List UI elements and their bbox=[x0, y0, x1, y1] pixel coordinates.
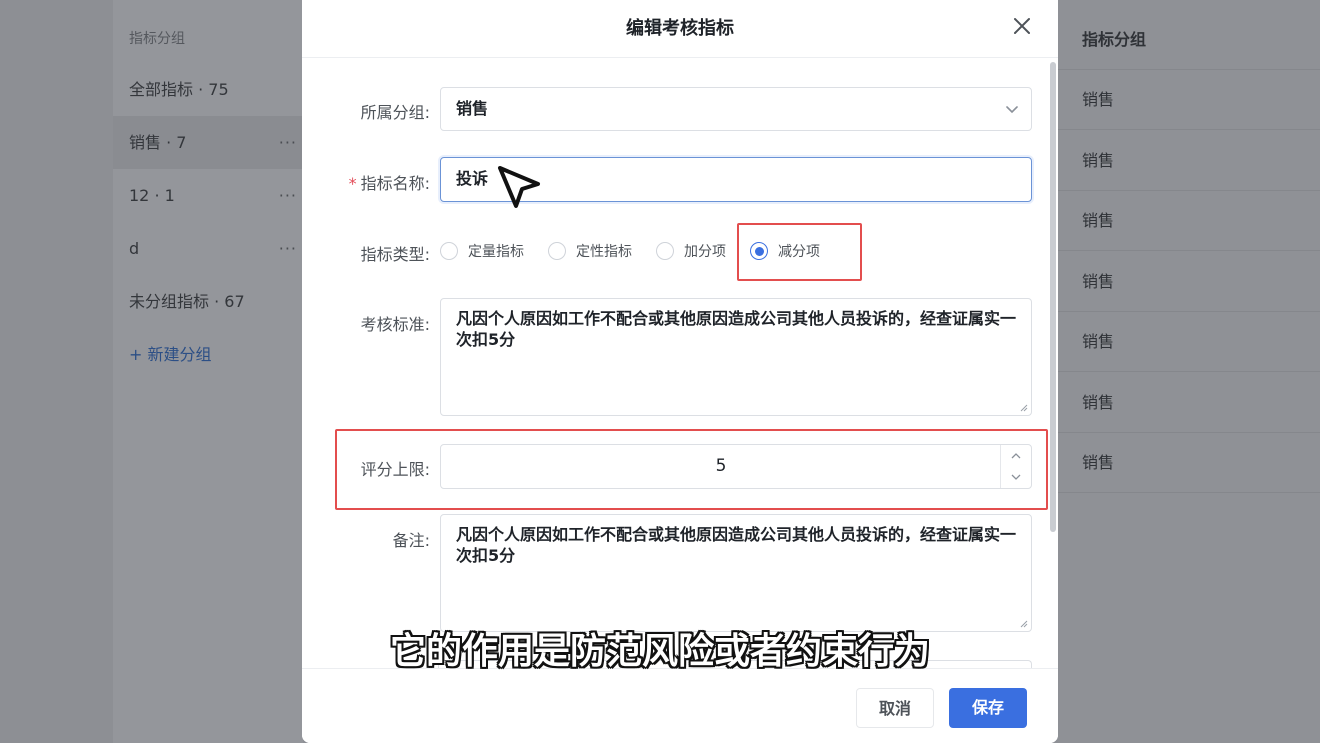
dialog-scrollbar[interactable] bbox=[1050, 62, 1056, 532]
table-row: 销售 bbox=[1058, 312, 1320, 372]
sidebar-item-label: 未分组指标 · 67 bbox=[129, 292, 245, 311]
table-row: 销售 bbox=[1058, 373, 1320, 433]
sidebar-item-label: 销售 · 7 bbox=[129, 133, 187, 152]
name-label-text: 指标名称: bbox=[360, 174, 430, 193]
video-subtitle: 它的作用是防范风险或者约束行为 bbox=[389, 631, 930, 672]
group-select[interactable]: 销售 bbox=[440, 87, 1032, 131]
add-group-button[interactable]: + 新建分组 bbox=[113, 328, 303, 381]
radio-label: 定量指标 bbox=[468, 244, 524, 260]
radio-circle bbox=[750, 242, 768, 260]
more-icon[interactable]: ··· bbox=[279, 222, 297, 275]
group-label: 所属分组: bbox=[360, 103, 430, 122]
cancel-button[interactable]: 取消 bbox=[856, 688, 934, 728]
save-button[interactable]: 保存 bbox=[949, 688, 1027, 728]
sidebar-item-label: 全部指标 · 75 bbox=[129, 80, 229, 99]
close-icon bbox=[1014, 18, 1030, 34]
increment-button[interactable] bbox=[1001, 445, 1031, 466]
resize-handle-icon[interactable] bbox=[1019, 403, 1028, 412]
limit-label: 评分上限: bbox=[360, 460, 430, 479]
table-row: 销售 bbox=[1058, 70, 1320, 130]
table-header: 指标分组 bbox=[1058, 10, 1320, 70]
radio-circle bbox=[656, 242, 674, 260]
remark-textarea[interactable]: 凡因个人原因如工作不配合或其他原因造成公司其他人员投诉的，经查证属实一次扣5分 bbox=[440, 514, 1032, 632]
radio-label: 减分项 bbox=[778, 244, 820, 260]
sidebar-title: 指标分组 bbox=[129, 31, 185, 47]
table-row: 销售 bbox=[1058, 131, 1320, 191]
sidebar-item-sales[interactable]: 销售 · 7 ··· bbox=[113, 116, 303, 169]
group-select-value: 销售 bbox=[456, 99, 489, 118]
name-label: * 指标名称: bbox=[302, 170, 430, 194]
dialog-title: 编辑考核指标 bbox=[626, 18, 734, 39]
sidebar-item-label: 12 · 1 bbox=[129, 186, 175, 205]
score-limit-stepper bbox=[1000, 445, 1031, 488]
sidebar-item-12[interactable]: 12 · 1 ··· bbox=[113, 169, 303, 222]
required-mark: * bbox=[348, 174, 357, 193]
remark-value: 凡因个人原因如工作不配合或其他原因造成公司其他人员投诉的，经查证属实一次扣5分 bbox=[456, 525, 1017, 565]
score-limit-input[interactable]: 5 bbox=[440, 444, 1032, 489]
indicator-name-value: 投诉 bbox=[456, 169, 489, 188]
radio-label: 加分项 bbox=[684, 244, 726, 260]
more-icon[interactable]: ··· bbox=[279, 116, 297, 169]
add-group-label: + 新建分组 bbox=[129, 345, 212, 364]
standard-label: 考核标准: bbox=[360, 315, 430, 334]
chevron-down-icon bbox=[1011, 474, 1021, 480]
decrement-button[interactable] bbox=[1001, 466, 1031, 487]
radio-circle bbox=[440, 242, 458, 260]
chevron-down-icon bbox=[1006, 106, 1018, 114]
radio-label: 定性指标 bbox=[576, 244, 632, 260]
radio-circle bbox=[548, 242, 566, 260]
table-row: 销售 bbox=[1058, 433, 1320, 493]
standard-value: 凡因个人原因如工作不配合或其他原因造成公司其他人员投诉的，经查证属实一次扣5分 bbox=[456, 309, 1017, 349]
chevron-up-icon bbox=[1011, 453, 1021, 459]
standard-textarea[interactable]: 凡因个人原因如工作不配合或其他原因造成公司其他人员投诉的，经查证属实一次扣5分 bbox=[440, 298, 1032, 416]
type-label: 指标类型: bbox=[360, 245, 430, 264]
sidebar-item-d[interactable]: d ··· bbox=[113, 222, 303, 275]
sidebar-item-ungrouped[interactable]: 未分组指标 · 67 bbox=[113, 275, 303, 328]
table-row: 销售 bbox=[1058, 252, 1320, 312]
mouse-cursor-icon bbox=[498, 166, 540, 208]
close-button[interactable] bbox=[1006, 10, 1038, 42]
more-icon[interactable]: ··· bbox=[279, 169, 297, 222]
dialog-header: 编辑考核指标 bbox=[302, 0, 1058, 58]
remark-label: 备注: bbox=[392, 531, 430, 550]
sidebar-item-all[interactable]: 全部指标 · 75 bbox=[113, 63, 303, 116]
table-row: 销售 bbox=[1058, 191, 1320, 251]
dialog-footer: 取消 保存 bbox=[302, 668, 1058, 743]
sidebar-item-label: d bbox=[129, 239, 140, 258]
score-limit-value: 5 bbox=[715, 456, 727, 476]
